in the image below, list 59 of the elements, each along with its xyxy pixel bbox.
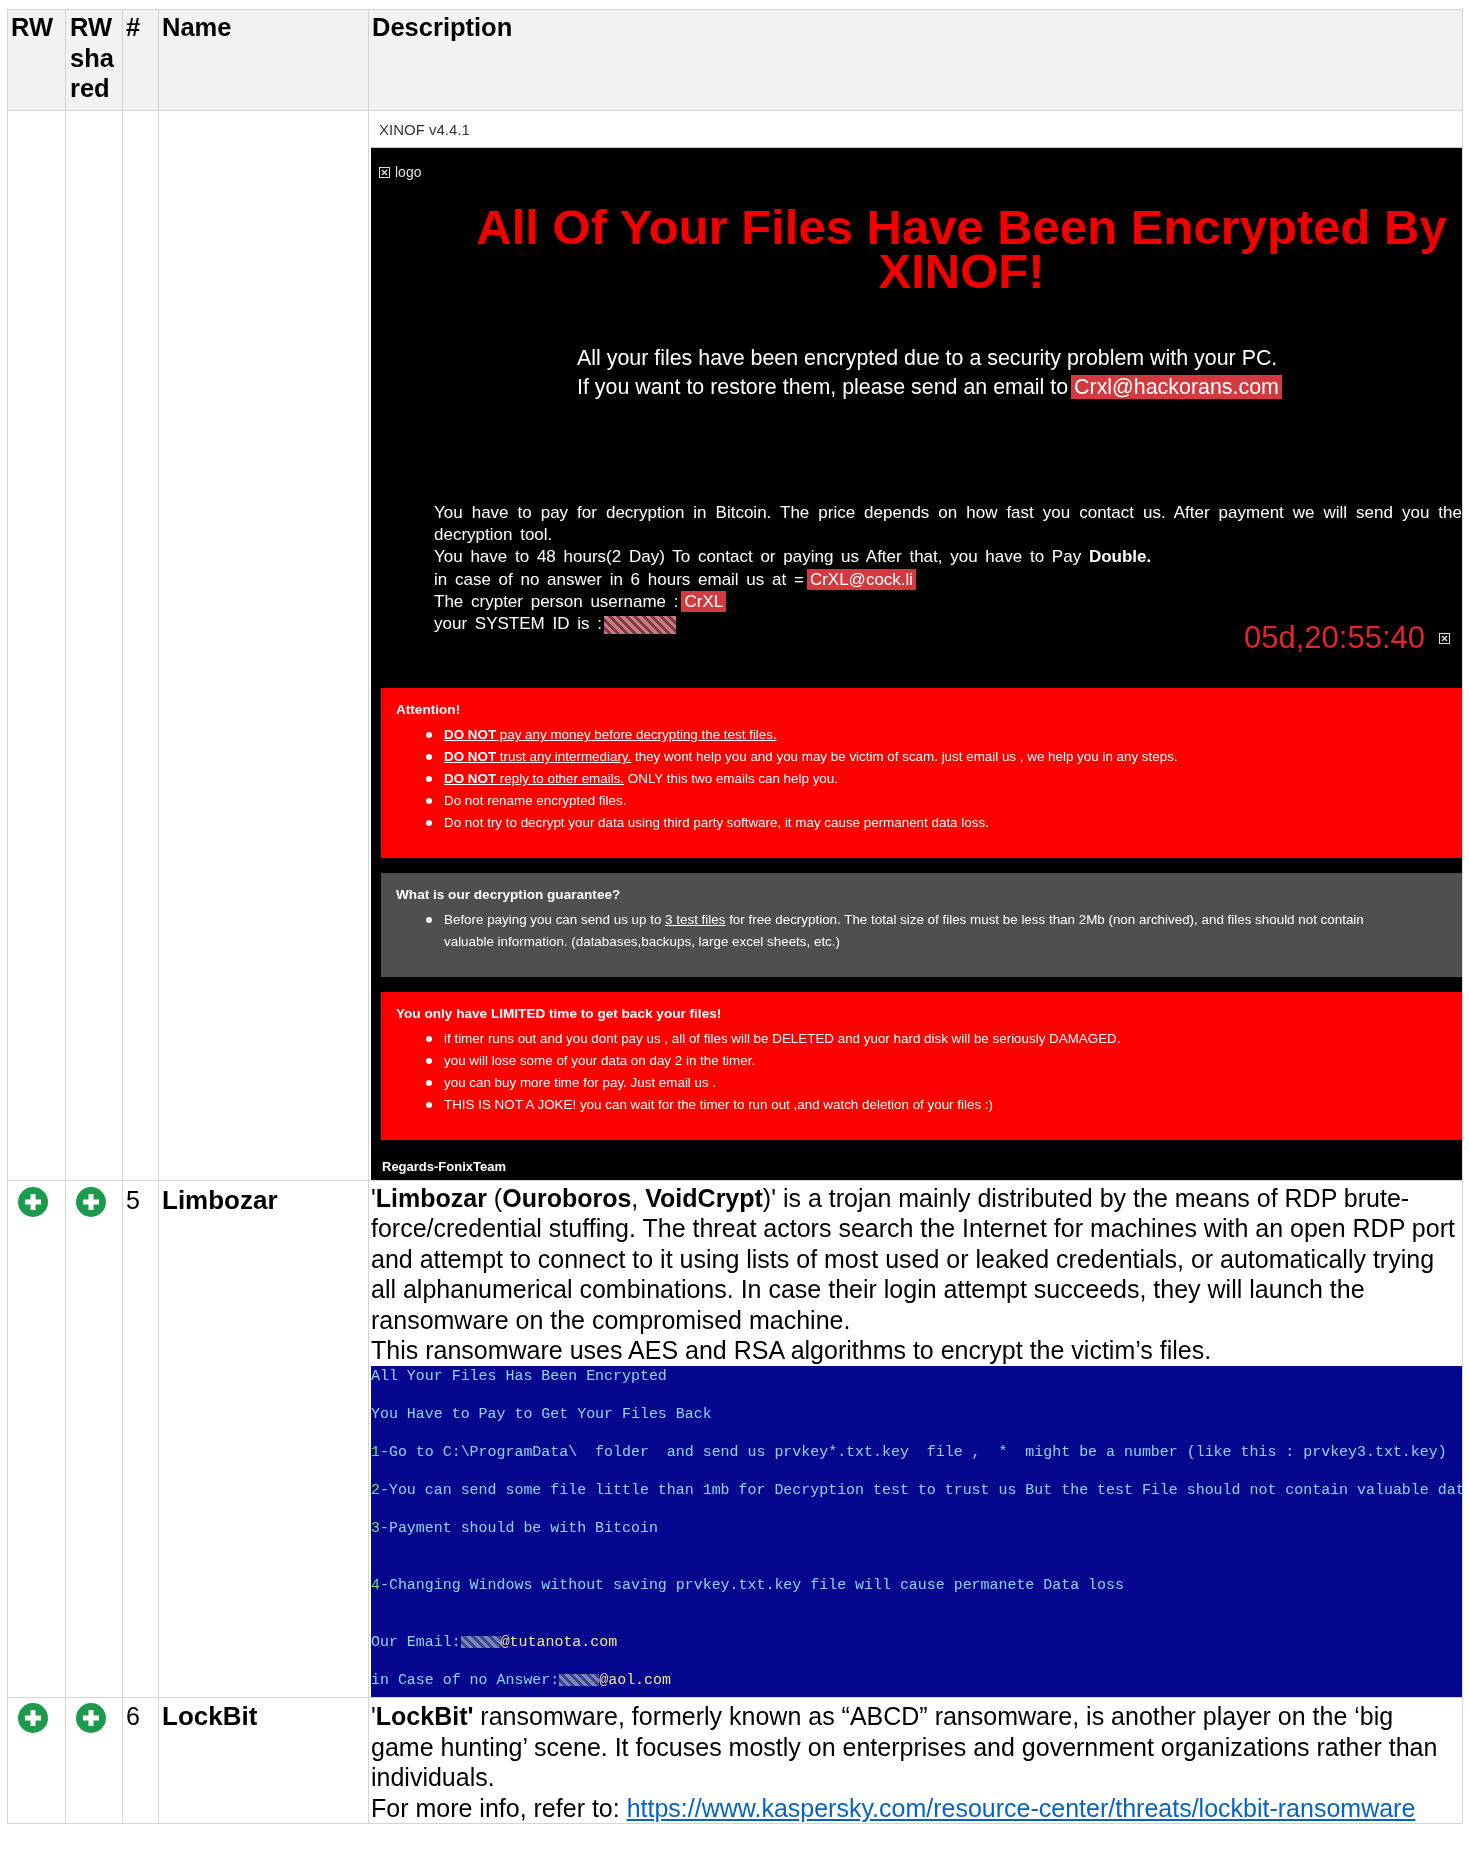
email-label: Our Email: (371, 1634, 461, 1651)
email-domain: @aol.com (599, 1672, 671, 1689)
bullet-item: you will lose some of your data on day 2 in the timer. (426, 1050, 1402, 1073)
console-line: -Changing Windows without saving prvkey.txt.key file will cause permanete Data loss (379, 1577, 1124, 1594)
column-header: # (122, 9, 159, 111)
email-label: in Case of no Answer: (371, 1672, 560, 1689)
highlighted-email: CrXL (681, 590, 727, 612)
bullet-item: DO NOT trust any intermediary. they wont help you and you may be victim of scam. just email us , we help you in any steps. (426, 746, 1402, 769)
ransomware-name: LockBit (162, 1701, 258, 1732)
bullet-item: you can buy more time for pay. Just email us . (426, 1072, 1402, 1095)
email-domain: @tutanota.com (500, 1634, 618, 1651)
reference-text: For more info, refer to: https://www.kaspersky.com/resource-center/threats/lockbit-ransomware (371, 1792, 1417, 1824)
highlighted-email: CrXL@cock.li (806, 568, 917, 590)
bullet-item: Do not try to decrypt your data using third party software, it may cause permanent data loss. (426, 812, 1402, 835)
console-line: -Go to C:\ProgramData\ folder and send us prvkey*.txt.key file , * might be a number (like this : prvkey3.txt.key) (379, 1444, 1447, 1461)
step-number: 2 (371, 1482, 380, 1499)
bullet-item: if timer runs out and you dont pay us , all of files will be DELETED and yuor hard disk will be seriously DAMAGED. (426, 1028, 1402, 1051)
bullet-item: DO NOT reply to other emails. ONLY this two emails can help you. (426, 768, 1402, 791)
column-header: RW (7, 9, 66, 111)
column-header: RW shared (65, 9, 123, 111)
bullet-item: THIS IS NOT A JOKE! you can wait for the timer to run out ,and watch deletion of your files :) (426, 1094, 1402, 1117)
bullet-item: Before paying you can send us up to 3 test files for free decryption. The total size of files must be less than 2Mb (non archived), and files should not contain valuable information. (databases,backups, large excel sheets, etc.) (426, 909, 1402, 954)
logo-alt-text: logo (395, 164, 422, 180)
console-line: All Your Files Has Been Encrypted (371, 1368, 667, 1385)
ransomware-name: Limbozar (162, 1185, 278, 1215)
countdown-timer: 05d,20:55:40 (1244, 622, 1425, 655)
console-line: -Payment should be with Bitcoin (379, 1520, 658, 1537)
description-text: 'Limbozar (Ouroboros, VoidCrypt)' is a trojan mainly distributed by the means of RDP brute-force/credential stuffing. The threat actors search the Internet for machines with an open RDP port and attempt to connect to it using lists of most used or leaked credentials, or automatically trying all alphanumerical combinations. In case their login attempt succeeds, they will launch the ransomware on the compromised machine. (371, 1183, 1456, 1336)
redacted-block (559, 1674, 600, 1687)
row-number: 5 (126, 1186, 140, 1214)
step-number: 3 (371, 1520, 380, 1537)
headline: All Of Your Files Have Been Encrypted By XINOF! (475, 205, 1448, 293)
panel-title: You only have LIMITED time to get back your files! (396, 1005, 723, 1024)
text-line: your SYSTEM ID is : (434, 614, 602, 633)
broken-image-icon (1439, 632, 1450, 644)
console-line: You Have to Pay to Get Your Files Back (371, 1406, 712, 1423)
description-text: 'LockBit' ransomware, formerly known as “ABCD” ransomware, is another player on the ‘big game hunting’ scene. It focuses mostly on enterprises and government organizations rather than individuals. (371, 1701, 1439, 1793)
window-title: XINOF v4.4.1 (371, 113, 1462, 148)
description-text: This ransomware uses AES and RSA algorithms to encrypt the victim’s files. (371, 1335, 1213, 1366)
column-header: Name (158, 9, 369, 111)
panel-title: What is our decryption guarantee? (396, 886, 622, 905)
row-number: 6 (126, 1702, 140, 1731)
step-number: 1 (371, 1444, 380, 1461)
signature: Regards-FonixTeam (382, 1158, 507, 1177)
bullet-item: Do not rename encrypted files. (426, 790, 1402, 813)
text-line: All your files have been encrypted due to a security problem with your PC. (577, 346, 1278, 370)
text-line: You have to pay for decryption in Bitcoin. The price depends on how fast you contact us. After payment we will send you the decryption tool. (434, 503, 1462, 545)
link[interactable]: https://www.kaspersky.com/resource-center/threats/lockbit-ransomware (626, 1793, 1416, 1822)
step-number: 4 (371, 1577, 380, 1594)
redacted-block (460, 1636, 501, 1649)
text-line: The crypter person username : (434, 591, 679, 611)
text-line: If you want to restore them, please send an email to (577, 375, 1069, 399)
column-header: Description (368, 9, 1463, 111)
text-line: You have to 48 hours(2 Day) To contact or paying us After that, you have to Pay Double. (434, 547, 1152, 567)
broken-image-icon (379, 166, 390, 178)
text-line: in case of no answer in 6 hours email us at = (434, 569, 804, 589)
bullet-item: DO NOT pay any money before decrypting the test files. (426, 724, 1402, 747)
highlighted-email: Crxl@hackorans.com (1071, 375, 1282, 399)
panel-title: Attention! (396, 701, 462, 720)
